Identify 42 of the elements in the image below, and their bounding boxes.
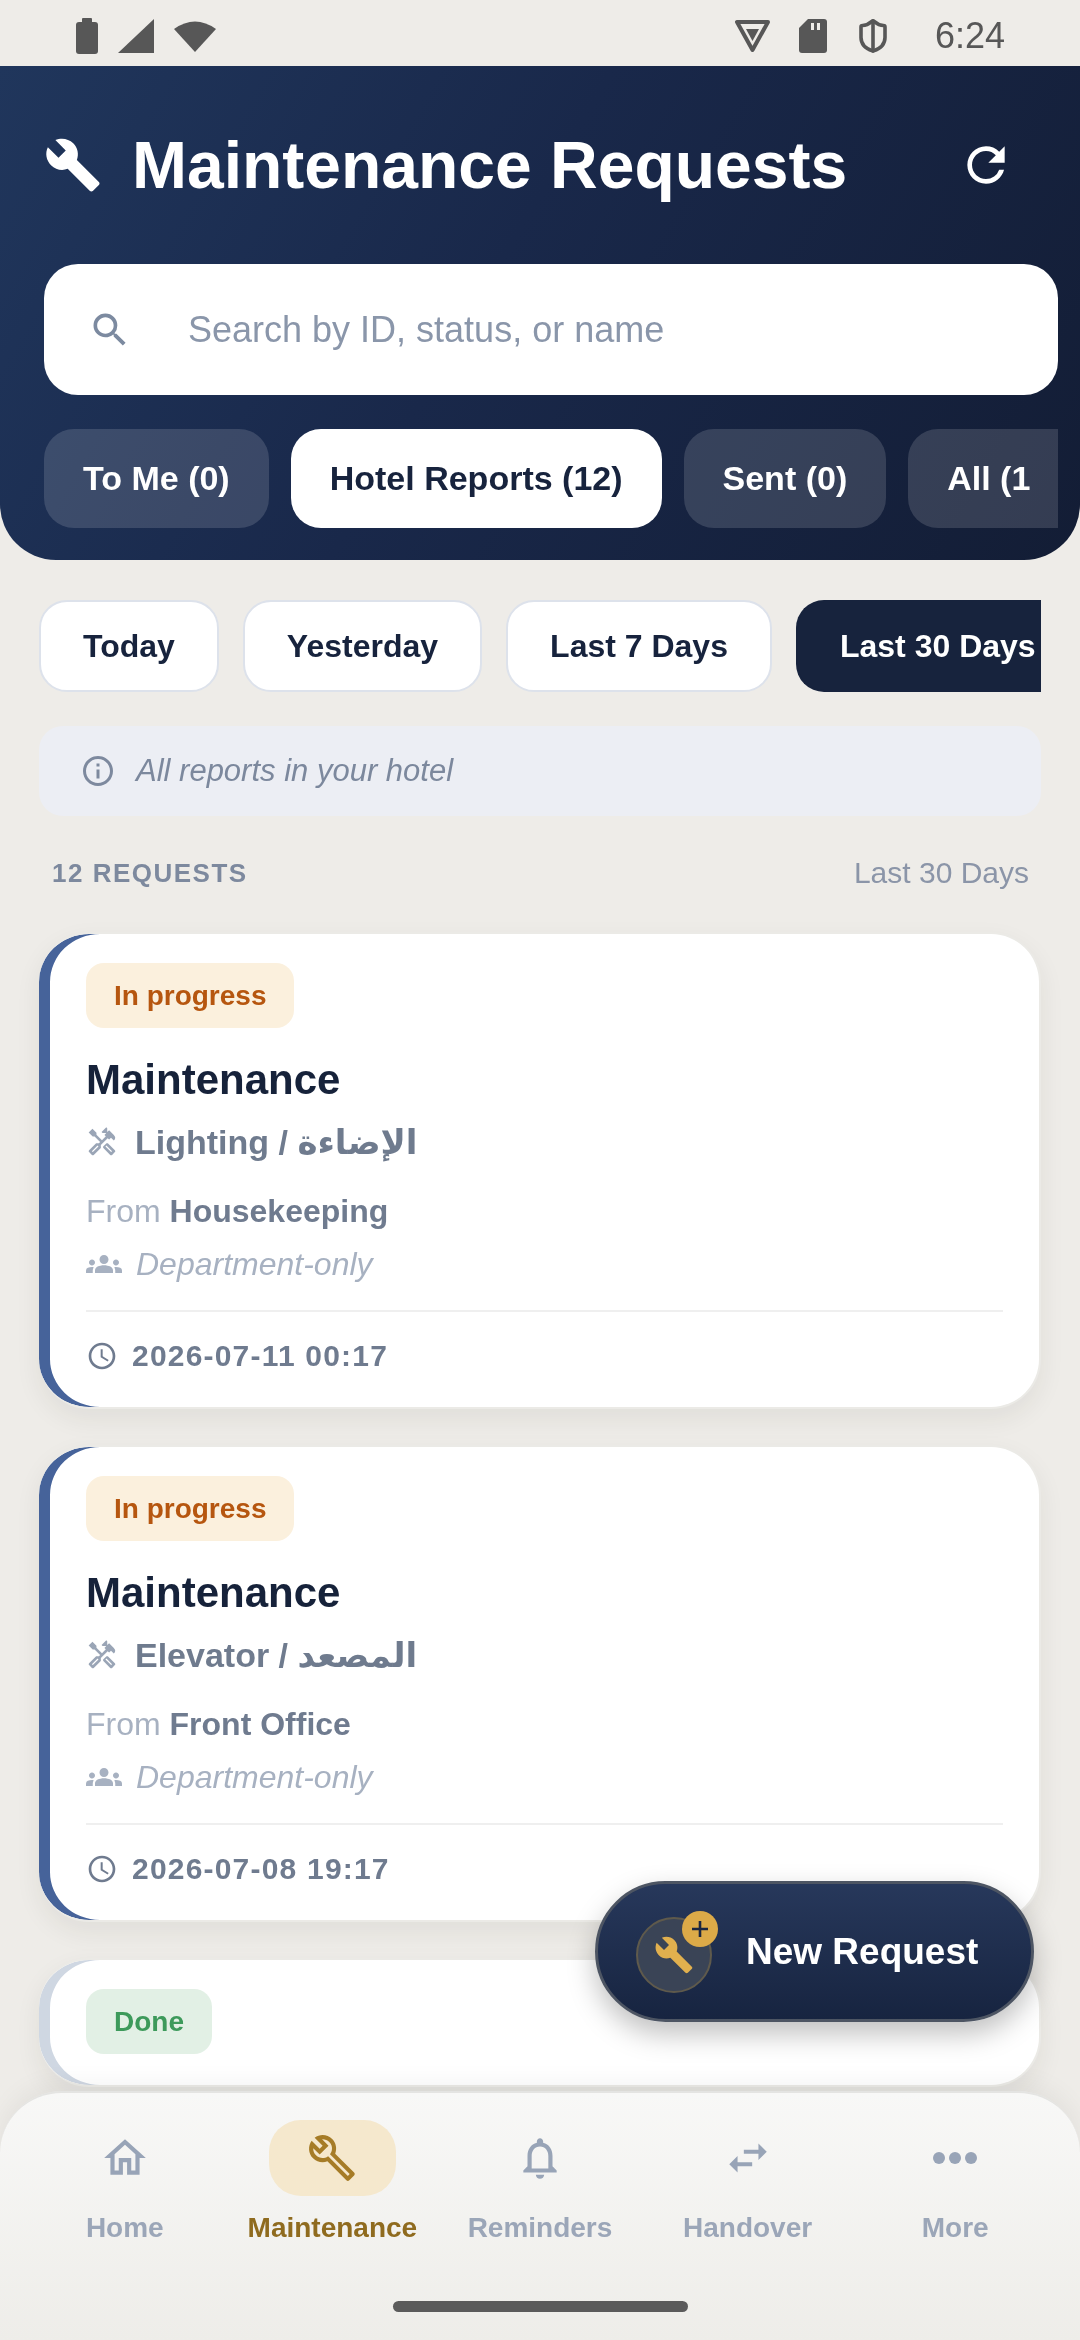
new-request-button[interactable]: New Request	[595, 1881, 1034, 2022]
range-label: Last 30 Days	[853, 856, 1029, 890]
date-filter-chip[interactable]: Last 30 Days	[795, 600, 1041, 692]
request-title: Maintenance	[86, 1569, 342, 1617]
status-time: 6:24	[934, 18, 1005, 54]
cell-signal-icon	[118, 19, 154, 53]
timestamp-text: 2026-07-11 00:17	[132, 1338, 389, 1374]
filter-tab[interactable]: Sent (0)	[683, 429, 887, 528]
category-text: Lighting / الإضاءة	[135, 1122, 418, 1164]
filter-tab[interactable]: To Me (0)	[44, 429, 269, 528]
battery-icon	[76, 18, 98, 54]
wrench-icon	[268, 2120, 396, 2196]
status-badge: Done	[86, 1989, 212, 2054]
info-icon	[80, 753, 116, 789]
timestamp-text: 2026-07-08 19:17	[132, 1851, 390, 1887]
sender-text: From Front Office	[86, 1705, 352, 1744]
wifi-icon	[174, 20, 216, 52]
wrench-plus-icon	[636, 1910, 718, 1993]
status-badge: In progress	[86, 963, 295, 1028]
filter-tab[interactable]: Hotel Reports (12)	[290, 429, 662, 528]
filter-tab[interactable]: All (1	[908, 429, 1058, 528]
clock-icon	[86, 1340, 118, 1372]
visibility-text: Department-only	[136, 1245, 373, 1284]
tools-icon	[86, 1126, 118, 1158]
nav-item[interactable]: Maintenance	[228, 2120, 437, 2245]
sd-card-icon	[798, 19, 827, 53]
tools-icon	[86, 1639, 118, 1671]
more-icon	[933, 2152, 978, 2164]
search-field[interactable]: Search by ID, status, or name	[44, 264, 1058, 395]
sender-text: From Housekeeping	[86, 1192, 390, 1231]
triangle-icon	[733, 19, 771, 53]
date-filter-chip[interactable]: Yesterday	[242, 600, 483, 692]
category-text: Elevator / المصعد	[135, 1635, 418, 1676]
info-text: All reports in your hotel	[136, 753, 454, 789]
request-title: Maintenance	[86, 1056, 342, 1104]
wrench-icon	[44, 136, 102, 194]
status-badge: In progress	[86, 1476, 295, 1541]
visibility-text: Department-only	[136, 1758, 373, 1797]
request-count: 12 REQUESTS	[52, 857, 248, 889]
date-filter-chip[interactable]: Today	[39, 600, 219, 692]
clock-icon	[86, 1853, 118, 1885]
date-filter-chip[interactable]: Last 7 Days	[506, 600, 772, 692]
